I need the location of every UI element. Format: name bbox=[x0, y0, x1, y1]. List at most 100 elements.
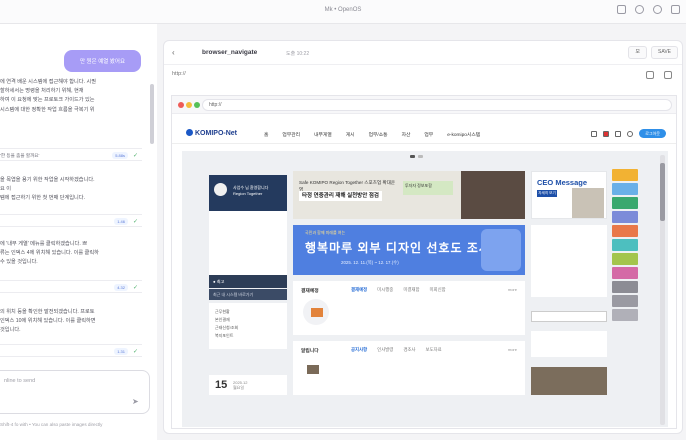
panel-url: http:// bbox=[172, 71, 186, 77]
settings-icon[interactable] bbox=[635, 5, 644, 14]
quick-link[interactable]: 복지포인트 bbox=[215, 332, 281, 340]
banner-headline: 타정 연중관리 재해 실천방안 점검 bbox=[299, 191, 382, 201]
tool-call-chip[interactable]: 4.32 ✓ bbox=[0, 280, 142, 293]
grid-icon[interactable] bbox=[591, 130, 598, 137]
scroll-thumb[interactable] bbox=[660, 163, 665, 221]
photo-banner[interactable] bbox=[531, 367, 607, 395]
browser-toolbar: http:// bbox=[172, 96, 676, 114]
card-tab[interactable]: 미결재함 bbox=[403, 287, 419, 293]
survey-banner[interactable]: 국민과 함께 미래를 여는 행복마루 외부 디자인 선호도 조사 2025. 1… bbox=[293, 225, 525, 275]
chat-input[interactable]: nline to send ➤ bbox=[0, 370, 150, 414]
nav-item[interactable]: 업무/소통 bbox=[369, 131, 388, 138]
card-tab[interactable]: 공지사항 bbox=[351, 347, 367, 353]
alert-icon[interactable] bbox=[603, 130, 610, 137]
card-tab[interactable]: 경조사 bbox=[403, 347, 415, 353]
envelope-icon bbox=[311, 308, 323, 317]
status-band[interactable]: ● 최고 bbox=[209, 275, 287, 288]
nav-right: 로그아웃 bbox=[591, 129, 666, 138]
user-icon[interactable] bbox=[627, 130, 634, 137]
ceo-title: CEO Message bbox=[537, 178, 588, 187]
quick-link[interactable]: 근태신청/조회 bbox=[215, 324, 281, 332]
check-icon: ✓ bbox=[132, 285, 138, 291]
more-link[interactable]: more bbox=[508, 347, 517, 352]
send-icon[interactable]: ➤ bbox=[132, 397, 141, 406]
external-link-icon[interactable] bbox=[664, 71, 672, 79]
copy-icon[interactable] bbox=[646, 71, 654, 79]
card-tab[interactable]: 인사발령 bbox=[377, 347, 393, 353]
layout-icon[interactable] bbox=[617, 5, 626, 14]
nav-item[interactable]: e-komipo시스템 bbox=[447, 131, 480, 138]
quick-link[interactable]: 본인결재 bbox=[215, 316, 281, 324]
widget-box bbox=[531, 225, 607, 297]
notice-thumbnail bbox=[307, 365, 319, 374]
safety-banner[interactable]: Safe KOMIPO Region Together 스포츠업 확대운영 타정… bbox=[293, 171, 525, 219]
minimize-dot-icon bbox=[186, 102, 192, 108]
window-title: Mk • OpenOS bbox=[324, 7, 362, 13]
card-tab[interactable]: 결재예정 bbox=[351, 287, 367, 293]
nav-item[interactable]: 게시 bbox=[346, 131, 355, 138]
site-search-input[interactable] bbox=[531, 311, 607, 322]
card-tab[interactable]: 보도자료 bbox=[425, 347, 441, 353]
banner-date: 2025. 12. 11.(목) ~ 12. 17.(수) bbox=[341, 260, 399, 265]
quick-menu-tile[interactable] bbox=[612, 197, 638, 209]
quick-menu-tile[interactable] bbox=[612, 169, 638, 181]
site-logo[interactable]: KOMIPO-Net bbox=[186, 129, 237, 137]
page-scrollbar[interactable] bbox=[660, 155, 665, 425]
quick-menu-tile[interactable] bbox=[612, 183, 638, 195]
tool-call-chip[interactable]: '한 등을 좀을 할까요' 5.88s ✓ bbox=[0, 148, 142, 161]
ceo-more-button[interactable]: 자세히 보기 bbox=[537, 190, 557, 197]
quick-menu-tile[interactable] bbox=[612, 267, 638, 279]
assistant-message: 에 연격 배운 시스템에 접근해야 합니다. 시퀀 할하세서는 명령을 처리하기… bbox=[0, 79, 96, 113]
maximize-dot-icon bbox=[194, 102, 200, 108]
chat-scrollbar[interactable] bbox=[150, 84, 154, 144]
nav-item[interactable]: 업무 bbox=[424, 131, 433, 138]
nav-item[interactable]: 업무관리 bbox=[282, 131, 300, 138]
panel-view-button[interactable]: 모 bbox=[628, 46, 648, 59]
banner-tag: 국민과 함께 미래를 여는 bbox=[305, 230, 346, 235]
card-tab[interactable]: 미회신함 bbox=[430, 287, 446, 293]
quick-menu-tile[interactable] bbox=[612, 281, 638, 293]
quick-link[interactable]: 근무현황 bbox=[215, 308, 281, 316]
calendar-widget: 15 2025.12 월요일 bbox=[209, 375, 287, 395]
share-icon[interactable] bbox=[671, 5, 680, 14]
back-icon[interactable]: ‹ bbox=[172, 48, 175, 57]
avatar bbox=[214, 183, 227, 196]
quick-links: 근무현황 본인결재 근태신청/조회 복지포인트 bbox=[209, 303, 287, 349]
quick-menu-tile[interactable] bbox=[612, 295, 638, 307]
quick-menu-tile[interactable] bbox=[612, 309, 638, 321]
ceo-photo bbox=[572, 188, 604, 218]
banner-photo bbox=[461, 171, 525, 219]
panel-save-button[interactable]: SAVE bbox=[651, 46, 678, 59]
quick-menu-tile[interactable] bbox=[612, 225, 638, 237]
browser-address-bar[interactable]: http:// bbox=[202, 99, 672, 111]
history-icon[interactable] bbox=[653, 5, 662, 14]
tool-output-panel: ‹ browser_navigate 도출 10:22 모 SAVE http:… bbox=[163, 40, 683, 434]
card-tabs: 공지사항 인사발령 경조사 보도자료 bbox=[351, 347, 442, 353]
nav-item[interactable]: 자산 bbox=[402, 131, 411, 138]
carousel-dots[interactable] bbox=[410, 155, 423, 158]
quick-menu-tile[interactable] bbox=[612, 239, 638, 251]
tool-call-label: '한 등을 좀을 할까요' bbox=[0, 153, 40, 158]
banner-title: 행복마루 외부 디자인 선호도 조사 bbox=[305, 241, 491, 255]
logo-text: KOMIPO-Net bbox=[195, 130, 237, 137]
close-dot-icon bbox=[178, 102, 184, 108]
assistant-message: 을 목엽을 용기 위한 작업을 시작하겠습니다. 요 이 템에 접근하기 위한 … bbox=[0, 177, 95, 202]
shortcut-band[interactable]: 최근 내 시스템 바로가기 bbox=[209, 289, 287, 300]
ceo-message-card[interactable]: CEO Message 자세히 보기 bbox=[531, 171, 607, 219]
check-icon: ✓ bbox=[132, 349, 138, 355]
nav-item[interactable]: 홈 bbox=[264, 131, 268, 138]
quick-menu-tile[interactable] bbox=[612, 253, 638, 265]
widget-box bbox=[531, 331, 607, 357]
more-link[interactable]: more bbox=[508, 287, 517, 292]
card-tabs: 결재예정 미시행중 미결재함 미회신함 bbox=[351, 287, 446, 293]
menu-icon[interactable] bbox=[615, 130, 622, 137]
nav-item[interactable]: 내부게열 bbox=[314, 131, 332, 138]
card-tab[interactable]: 미시행중 bbox=[377, 287, 393, 293]
tool-call-chip[interactable]: 1.46 ✓ bbox=[0, 214, 142, 227]
quick-menu-tile[interactable] bbox=[612, 211, 638, 223]
chat-pane: 만 원은 예열 봤어요 에 연격 배운 시스템에 접근해야 합니다. 시퀀 할하… bbox=[0, 24, 157, 440]
logout-button[interactable]: 로그아웃 bbox=[639, 129, 666, 138]
panel-tool-sub: 도출 10:22 bbox=[286, 51, 310, 57]
nav-menu: 홈 업무관리 내부게열 게시 업무/소통 자산 업무 e-komipo시스템 bbox=[264, 131, 480, 138]
tool-call-chip[interactable]: 1.31 ✓ bbox=[0, 344, 142, 357]
